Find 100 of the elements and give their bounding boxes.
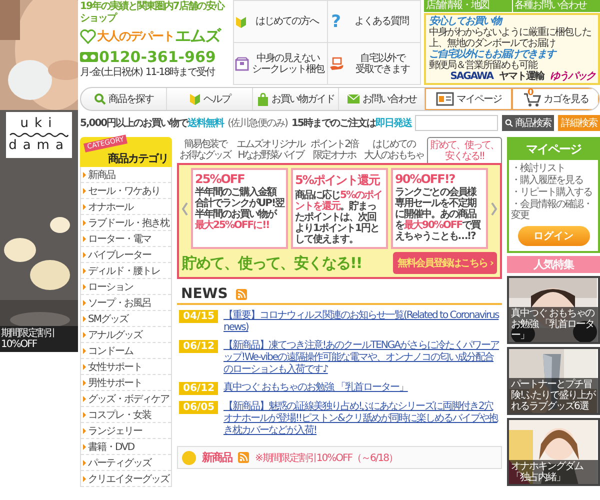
mypage-link[interactable]: ・検討リスト	[511, 163, 596, 174]
beginner-mark-icon	[235, 14, 247, 28]
nav-button[interactable]: 0 カゴを見る	[512, 88, 599, 110]
category-link[interactable]: SMグッズ	[88, 312, 128, 326]
promo-text: 商品に応じ5%のポイントを還元。貯まったポイントは、次回より1ポイント1円として使えます。	[295, 190, 383, 245]
ad-banner[interactable]: uki dama 期間限定割引10%OFF	[0, 0, 78, 352]
promo-slogan: 貯めて、使って、安くなる!!	[182, 254, 362, 272]
info-link[interactable]: はじめての方へ	[234, 1, 326, 42]
bullet-icon	[83, 284, 86, 290]
category-link[interactable]: オナホール	[88, 200, 133, 214]
phone-number: 0120-361-969	[99, 48, 216, 66]
bullet-icon	[83, 204, 86, 210]
info-link[interactable]: 自宅以外で 受取できます	[328, 43, 420, 84]
chevron-right-icon	[491, 202, 497, 216]
card-caption: オナホキングダム「独占内緒」	[509, 460, 598, 484]
promo-headline: 90%OFF!?	[395, 172, 456, 186]
category-link[interactable]: クリエイターグッズ	[88, 472, 169, 486]
date-badge: 04/15	[179, 310, 218, 323]
search-field[interactable]	[415, 115, 498, 131]
feature-tab[interactable]: ポイント2倍 限定オナホ	[308, 137, 360, 163]
wave-line-icon	[9, 132, 69, 138]
question-icon: ?	[328, 12, 342, 32]
bag-icon	[256, 92, 268, 106]
mypage-link[interactable]: ・購入履歴を見る	[511, 175, 596, 186]
news-link[interactable]: 【重要】コロナウィルス関連のお知らせ一覧(Related to Coronavirus news)	[223, 310, 500, 334]
free-dial-icon	[80, 51, 98, 63]
bullet-icon	[83, 188, 86, 194]
banner-caption: 期間限定割引10%OFF	[0, 326, 78, 352]
info-link[interactable]: ? よくある質問	[328, 1, 420, 42]
bullet-icon	[83, 316, 86, 322]
nav-button[interactable]: マイページ	[425, 88, 512, 110]
category-link[interactable]: ラブドール・抱き枕	[88, 216, 169, 230]
category-link[interactable]: ローター・電マ	[88, 232, 151, 246]
new-badge-icon	[182, 450, 196, 464]
nav-button[interactable]: 商品を探す	[81, 88, 167, 110]
date-badge: 06/12	[179, 382, 218, 395]
category-link[interactable]: コンドーム	[88, 344, 133, 358]
mypage-link[interactable]: ・リピート購入する	[511, 187, 596, 198]
search-icon	[505, 119, 513, 127]
search-button[interactable]: 商品検索	[502, 115, 554, 131]
delivery-title: 安心してお買い物	[429, 16, 504, 27]
tagline: 19年の実績と関東圏内7店舗の安心ショップ	[80, 0, 226, 25]
feature-tab[interactable]: はじめての 大人のおもちゃ	[361, 137, 426, 163]
feature-card[interactable]: パートナーとプチ冒険!ふたりで盛り上がれるラブグッズ6選	[507, 347, 600, 415]
section-title: 新商品	[202, 450, 232, 465]
category-link[interactable]: グッズ・ボディケア	[88, 392, 169, 406]
category-link[interactable]: アナルグッズ	[88, 328, 142, 342]
category-link[interactable]: コスプレ・女装	[88, 408, 151, 422]
category-link[interactable]: ディルド・腰トレ	[88, 264, 160, 278]
bullet-icon	[83, 444, 86, 450]
carrier-logo: ヤマト運輸	[499, 71, 544, 82]
same-day-notice: 15時までのご注文は即日発送	[291, 116, 412, 130]
bullet-icon	[83, 236, 86, 242]
carrier-logo: SAGAWA	[450, 71, 493, 82]
card-caption: 真中つぐ おもちゃのお勉強 「乳首ローター」	[509, 307, 598, 342]
bullet-icon	[83, 252, 86, 258]
search-icon	[94, 93, 106, 105]
cart-count: 0	[528, 89, 533, 98]
feature-card[interactable]: オナホキングダム「独占内緒」	[507, 418, 600, 486]
feature-tab[interactable]: 貯めて、使って、 安くなる!!	[427, 137, 502, 163]
shipping-note: (佐川急便のみ)	[228, 116, 288, 130]
nav-button[interactable]: ヘルプ	[167, 88, 253, 110]
feature-tab[interactable]: 簡易包装で お得なグッズ	[177, 137, 234, 163]
mail-icon	[346, 94, 360, 104]
news-link[interactable]: 【新商品】凍てつき注意!あのクールTENGAがさらに冷たくパワーアップ!We-vibeの遠隔操作可能な電マや、オンナノコの匂い成分配合のローションも入荷です♪	[223, 340, 500, 376]
sale-note: ※期間限定割引10%OFF（～6/18）	[255, 452, 398, 464]
category-link[interactable]: ローション	[88, 280, 133, 294]
category-link[interactable]: ランジェリー	[88, 424, 142, 438]
category-link[interactable]: セール・ワケあり	[88, 184, 160, 198]
bullet-icon	[83, 172, 86, 178]
bullet-icon	[83, 348, 86, 354]
panel-title: マイページ	[509, 139, 598, 160]
category-link[interactable]: 新商品	[88, 168, 115, 182]
category-link[interactable]: 書籍・DVD	[88, 440, 134, 454]
bullet-icon	[83, 412, 86, 418]
bullet-icon	[83, 380, 86, 386]
date-badge: 06/12	[179, 340, 218, 353]
category-link[interactable]: 男性サポート	[88, 376, 142, 390]
promo-text: 半年間のご購入金額合計でランクがUP!翌半年間のお買い物が最大25%OFFに!!	[195, 187, 284, 231]
category-link[interactable]: パーティグッズ	[88, 456, 151, 470]
category-link[interactable]: ソープ・お風呂	[88, 296, 151, 310]
news-link[interactable]: 【新商品】魅惑の証線美独り占め!ぶにあなシリーズに両脚付き2穴オナホールが登場!!ピストン&クリ舐めが同時に楽しめるバイブや抱き枕カバーなどが入荷!	[223, 401, 500, 437]
nav-button[interactable]: お買い物ガイド	[253, 88, 339, 110]
delivery-note: 中身がわからないように厳重に梱包した上、無地のダンボールでお届け	[429, 27, 592, 49]
business-hours: 11-18時まで受付	[145, 67, 214, 78]
category-link[interactable]: 女性サポート	[88, 360, 142, 374]
heart-leaf-icon	[80, 29, 96, 44]
bullet-icon	[83, 476, 86, 482]
mypage-link[interactable]: ・会員情報の確認・変更	[511, 199, 596, 221]
rss-icon	[236, 288, 247, 300]
feature-card[interactable]: 真中つぐ おもちゃのお勉強 「乳首ローター」	[507, 276, 600, 344]
feature-tab[interactable]: エムズオリジナル Hなお野菜バイブ	[234, 137, 308, 163]
promo-text: ランクごとの会員様専用セールを不定期に開催中。あの商品を最大90%OFFで買えちゃうことも…!?	[395, 187, 482, 242]
promo-banner[interactable]: 25%OFF 半年間のご購入金額合計でランクがUP!翌半年間のお買い物が最大25%OFFに!! 5%ポイント還元 商品に応じ5%のポイントを還元。貯まったポイントは、次回より1ポイント1円として使えます。 90%OFF!? ランクごとの会員様専用セールを不定期に開催中。あの商品を最大90%OFFで買えちゃうことも…!? 貯めて、使って、安くなる!! 無料会員登録はこちら ›	[177, 163, 502, 279]
info-link[interactable]: 中身の見えない シークレット梱包	[234, 43, 326, 84]
news-link[interactable]: 真中つぐ おもちゃのお勉強 「乳首ローター」	[223, 382, 408, 394]
delivery-title: ご自宅以外にもお届けできます	[429, 49, 558, 60]
package-icon	[235, 56, 249, 70]
category-link[interactable]: バイブレーター	[88, 248, 151, 262]
promo-headline: 25%OFF	[195, 172, 246, 186]
